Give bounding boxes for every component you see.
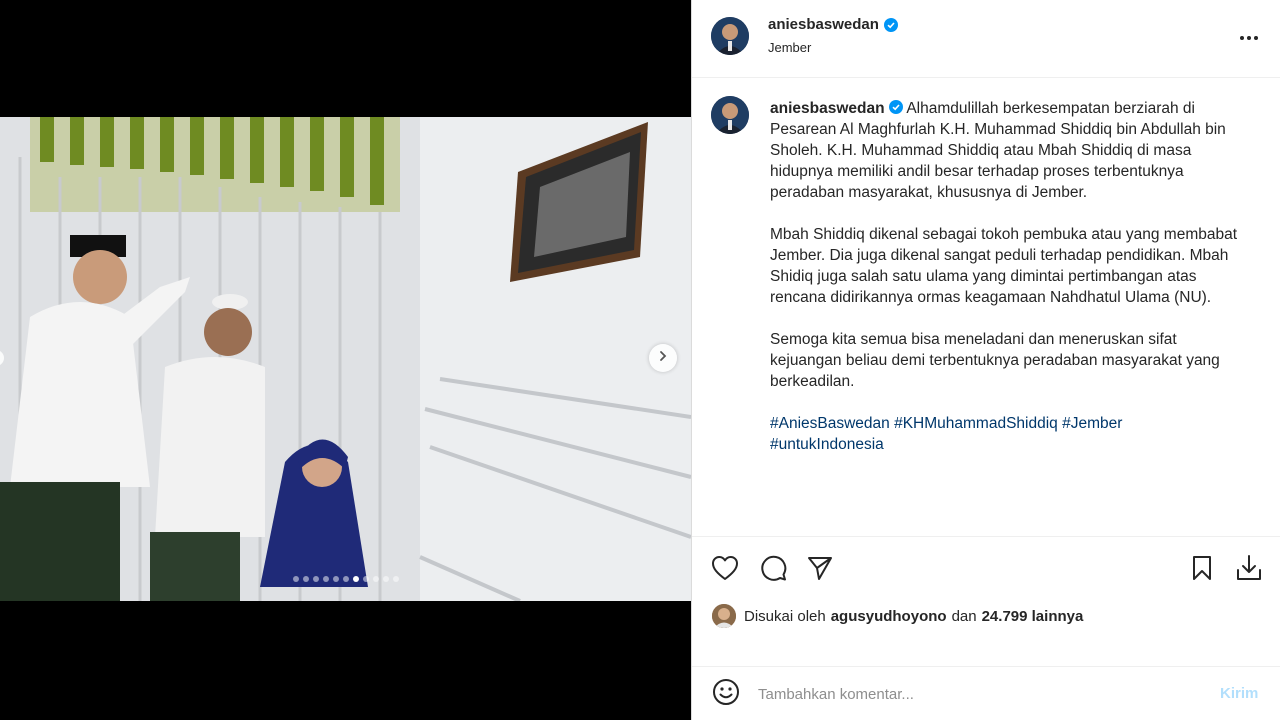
carousel-dot (312, 576, 319, 582)
header-username[interactable]: aniesbaswedan (768, 16, 879, 33)
caption-text: aniesbaswedan Alhamdulillah berkesempata… (770, 98, 1240, 476)
post-comment-button[interactable]: Kirim (1220, 685, 1258, 702)
verified-badge-icon (883, 17, 898, 32)
post-header: aniesbaswedan Jember (692, 0, 1280, 78)
carousel-dot (352, 576, 359, 582)
carousel-dot (392, 576, 399, 582)
location-link[interactable]: Jember (768, 40, 811, 55)
like-button[interactable] (709, 554, 741, 586)
action-bar (692, 548, 1280, 592)
carousel-dot (322, 576, 329, 582)
comment-input[interactable] (758, 681, 1198, 707)
avatar[interactable] (711, 17, 749, 55)
carousel-dot (302, 576, 309, 582)
share-button[interactable] (804, 554, 836, 586)
likes-summary: Disukai oleh agusyudhoyono dan 24.799 la… (712, 603, 1083, 629)
avatar[interactable] (711, 96, 749, 134)
hashtag-link[interactable]: #untukIndonesia (770, 436, 884, 453)
paper-plane-icon (806, 555, 834, 586)
hashtag-link[interactable]: #KHMuhammadShiddiq (894, 415, 1058, 432)
more-horizontal-icon (1239, 28, 1259, 46)
verified-badge-icon (888, 99, 903, 114)
more-options-button[interactable] (1237, 25, 1261, 49)
carousel-dot (362, 576, 369, 582)
comment-bar: Kirim (692, 666, 1280, 720)
carousel-dot (382, 576, 389, 582)
carousel-indicator (0, 576, 691, 582)
photo-image (0, 117, 691, 601)
comment-button[interactable] (757, 554, 789, 586)
carousel-dot (292, 576, 299, 582)
avatar[interactable] (712, 604, 736, 628)
likes-prefix: Disukai oleh (744, 607, 826, 625)
likes-count-link[interactable]: 24.799 lainnya (982, 608, 1084, 625)
caption-hashtags: #AniesBaswedan #KHMuhammadShiddiq #Jembe… (770, 413, 1240, 455)
download-icon (1235, 554, 1263, 587)
liked-by-user-link[interactable]: agusyudhoyono (831, 608, 947, 625)
caption-paragraph-2: Mbah Shiddiq dikenal sebagai tokoh pembu… (770, 226, 1238, 306)
comment-bubble-icon (759, 554, 787, 587)
hashtag-link[interactable]: #Jember (1062, 415, 1122, 432)
smiley-icon (712, 678, 740, 711)
post-sidebar: aniesbaswedan Jember aniesbaswedan Alham… (691, 0, 1280, 720)
heart-icon (711, 555, 739, 586)
save-button[interactable] (1186, 554, 1218, 586)
caption-paragraph-3: Semoga kita semua bisa meneladani dan me… (770, 331, 1220, 390)
next-slide-button[interactable] (649, 344, 677, 372)
download-button[interactable] (1233, 554, 1265, 586)
post-media (0, 0, 691, 720)
emoji-button[interactable] (711, 678, 741, 711)
carousel-dot (332, 576, 339, 582)
caption-username[interactable]: aniesbaswedan (770, 100, 885, 117)
likes-connector: dan (951, 607, 977, 625)
post-caption: aniesbaswedan Alhamdulillah berkesempata… (692, 79, 1280, 537)
post-photo[interactable] (0, 117, 691, 601)
chevron-right-icon (657, 349, 669, 367)
carousel-dot (372, 576, 379, 582)
hashtag-link[interactable]: #AniesBaswedan (770, 415, 890, 432)
bookmark-icon (1191, 555, 1213, 586)
header-username-row[interactable]: aniesbaswedan (768, 16, 898, 33)
carousel-dot (342, 576, 349, 582)
